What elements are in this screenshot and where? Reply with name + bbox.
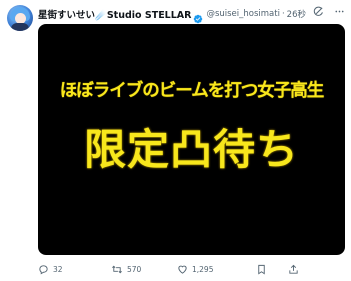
- avatar[interactable]: [7, 5, 33, 31]
- tweet-actions: 32 570 1,295: [38, 262, 345, 276]
- share-button[interactable]: [288, 264, 303, 275]
- heart-icon: [178, 265, 187, 274]
- media-caption-line1: ほぼライブのビームを打つ女子高生: [59, 81, 324, 101]
- like-button[interactable]: 1,295: [177, 264, 213, 275]
- bookmark-button[interactable]: [256, 264, 271, 275]
- separator-dot: ·: [281, 9, 285, 19]
- user-handle[interactable]: @suisei_hosimati: [206, 9, 280, 19]
- bookmark-icon: [258, 264, 265, 274]
- tweet-header: 星街すいせい☄️Studio STELLAR @suisei_hosimati …: [38, 6, 306, 24]
- reply-icon: [39, 264, 48, 274]
- reply-count: 32: [53, 264, 63, 274]
- reply-button[interactable]: 32: [38, 264, 63, 275]
- retweet-count: 570: [127, 264, 142, 274]
- like-count: 1,295: [192, 264, 214, 274]
- retweet-icon: [112, 265, 122, 273]
- verified-badge-icon: [193, 9, 203, 24]
- more-icon[interactable]: [334, 6, 345, 17]
- avatar-body: [11, 23, 29, 31]
- tweet-media-image[interactable]: ほぼライブのビームを打つ女子高生 限定凸待ち: [38, 24, 345, 255]
- display-name[interactable]: 星街すいせい☄️Studio STELLAR: [38, 7, 191, 21]
- media-caption-line2: 限定凸待ち: [83, 125, 299, 174]
- retweet-button[interactable]: 570: [111, 264, 141, 275]
- timestamp[interactable]: 26秒: [287, 8, 306, 20]
- tweet-top-actions: [313, 6, 345, 17]
- grok-icon[interactable]: [313, 6, 324, 17]
- share-icon: [289, 264, 298, 274]
